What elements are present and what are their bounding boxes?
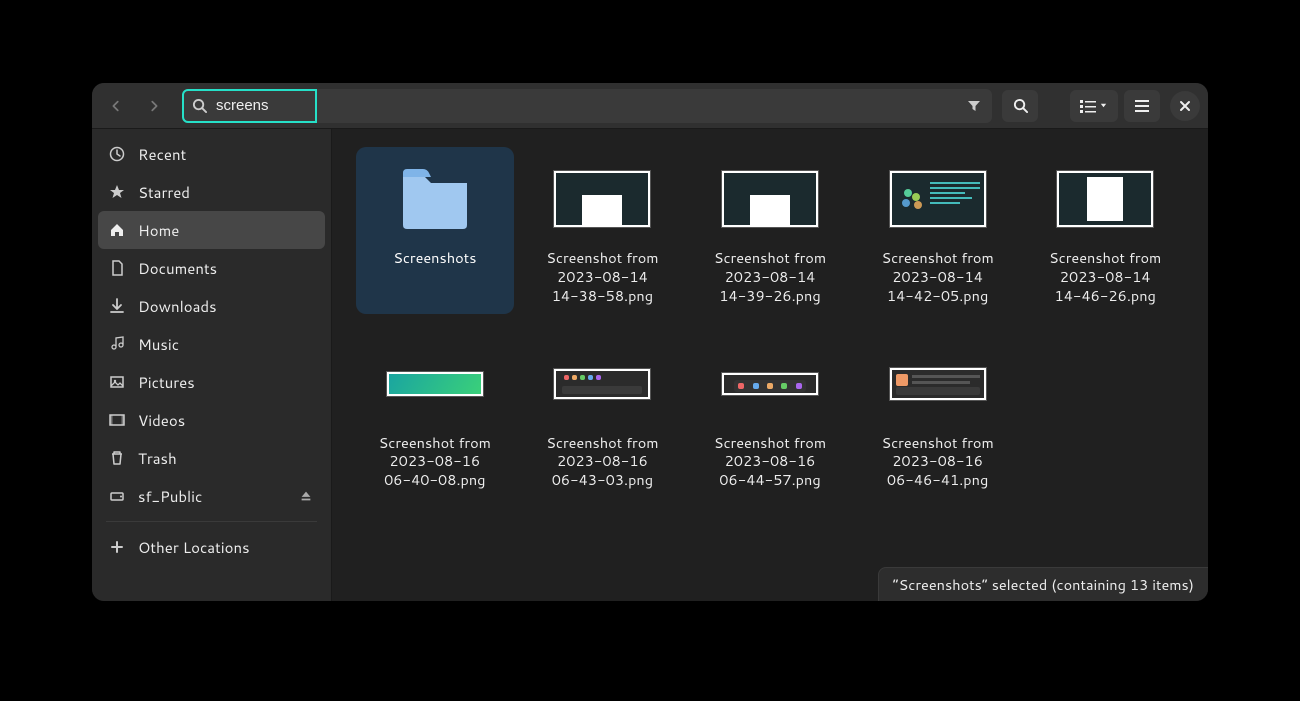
clock-icon <box>108 145 126 163</box>
eject-icon[interactable] <box>297 487 315 505</box>
search-toggle-button[interactable] <box>1002 90 1038 122</box>
grid-item-label: Screenshots <box>393 249 476 268</box>
plus-icon <box>108 538 126 556</box>
grid-item-label: Screenshot from 2023-08-16 06-43-03.png <box>546 434 658 491</box>
trash-icon <box>108 449 126 467</box>
grid-item-file[interactable]: Screenshot from 2023-08-16 06-44-57.png <box>691 332 849 499</box>
header-bar <box>92 83 1208 129</box>
sidebar-item-trash[interactable]: Trash <box>98 439 325 477</box>
chevron-down-icon <box>1099 101 1108 110</box>
sidebar-item-videos[interactable]: Videos <box>98 401 325 439</box>
sidebar-item-label: Documents <box>138 258 217 279</box>
status-text: “Screenshots” selected (containing 13 it… <box>893 574 1194 595</box>
file-manager-window: Recent Starred Home Documents Downloads … <box>92 83 1208 601</box>
thumbnail <box>554 344 650 424</box>
sidebar-item-home[interactable]: Home <box>98 211 325 249</box>
sidebar-separator <box>106 521 317 522</box>
videos-icon <box>108 411 126 429</box>
grid-item-label: Screenshot from 2023-08-16 06-40-08.png <box>379 434 491 491</box>
sidebar-item-downloads[interactable]: Downloads <box>98 287 325 325</box>
sidebar-item-label: sf_Public <box>138 486 202 507</box>
thumbnail <box>722 159 818 239</box>
forward-button[interactable] <box>138 90 170 122</box>
thumbnail <box>890 159 986 239</box>
folder-icon <box>395 159 475 239</box>
drive-icon <box>108 487 126 505</box>
hamburger-menu-button[interactable] <box>1124 90 1160 122</box>
sidebar-item-documents[interactable]: Documents <box>98 249 325 287</box>
search-bar <box>182 89 992 123</box>
search-input[interactable] <box>216 97 956 114</box>
grid-item-file[interactable]: Screenshot from 2023-08-16 06-40-08.png <box>356 332 514 499</box>
sidebar-item-label: Trash <box>138 448 177 469</box>
sidebar-item-label: Music <box>138 334 179 355</box>
grid-item-file[interactable]: Screenshot from 2023-08-14 14-39-26.png <box>691 147 849 314</box>
grid-item-label: Screenshot from 2023-08-14 14-39-26.png <box>714 249 826 306</box>
grid-item-label: Screenshot from 2023-08-14 14-42-05.png <box>881 249 993 306</box>
sidebar-item-sf-public[interactable]: sf_Public <box>98 477 325 515</box>
sidebar-item-label: Downloads <box>138 296 217 317</box>
grid-item-file[interactable]: Screenshot from 2023-08-14 14-42-05.png <box>859 147 1017 314</box>
document-icon <box>108 259 126 277</box>
icon-grid: Screenshots Screenshot from 2023-08-14 1… <box>332 129 1208 516</box>
grid-item-file[interactable]: Screenshot from 2023-08-14 14-46-26.png <box>1026 147 1184 314</box>
list-view-icon <box>1080 99 1096 113</box>
grid-item-label: Screenshot from 2023-08-14 14-38-58.png <box>546 249 658 306</box>
download-icon <box>108 297 126 315</box>
grid-item-file[interactable]: Screenshot from 2023-08-16 06-43-03.png <box>524 332 682 499</box>
pictures-icon <box>108 373 126 391</box>
grid-item-folder[interactable]: Screenshots <box>356 147 514 314</box>
home-icon <box>108 221 126 239</box>
thumbnail <box>554 159 650 239</box>
content-area: Screenshots Screenshot from 2023-08-14 1… <box>332 129 1208 601</box>
sidebar-item-pictures[interactable]: Pictures <box>98 363 325 401</box>
thumbnail <box>1057 159 1153 239</box>
grid-item-label: Screenshot from 2023-08-14 14-46-26.png <box>1049 249 1161 306</box>
sidebar-item-starred[interactable]: Starred <box>98 173 325 211</box>
view-mode-button[interactable] <box>1070 90 1118 122</box>
back-button[interactable] <box>100 90 132 122</box>
sidebar-item-label: Other Locations <box>138 537 250 558</box>
music-icon <box>108 335 126 353</box>
sidebar: Recent Starred Home Documents Downloads … <box>92 129 332 601</box>
filter-button[interactable] <box>956 89 992 123</box>
close-button[interactable] <box>1170 91 1200 121</box>
thumbnail <box>387 344 483 424</box>
sidebar-item-label: Starred <box>138 182 190 203</box>
sidebar-item-label: Home <box>138 220 179 241</box>
grid-item-label: Screenshot from 2023-08-16 06-46-41.png <box>881 434 993 491</box>
sidebar-item-recent[interactable]: Recent <box>98 135 325 173</box>
grid-item-label: Screenshot from 2023-08-16 06-44-57.png <box>714 434 826 491</box>
thumbnail <box>890 344 986 424</box>
grid-item-file[interactable]: Screenshot from 2023-08-14 14-38-58.png <box>524 147 682 314</box>
status-bar: “Screenshots” selected (containing 13 it… <box>878 567 1208 601</box>
grid-item-file[interactable]: Screenshot from 2023-08-16 06-46-41.png <box>859 332 1017 499</box>
thumbnail <box>722 344 818 424</box>
search-icon <box>182 89 216 123</box>
sidebar-item-label: Recent <box>138 144 186 165</box>
sidebar-item-label: Videos <box>138 410 185 431</box>
sidebar-item-label: Pictures <box>138 372 195 393</box>
sidebar-item-other-locations[interactable]: Other Locations <box>98 528 325 566</box>
sidebar-item-music[interactable]: Music <box>98 325 325 363</box>
star-icon <box>108 183 126 201</box>
